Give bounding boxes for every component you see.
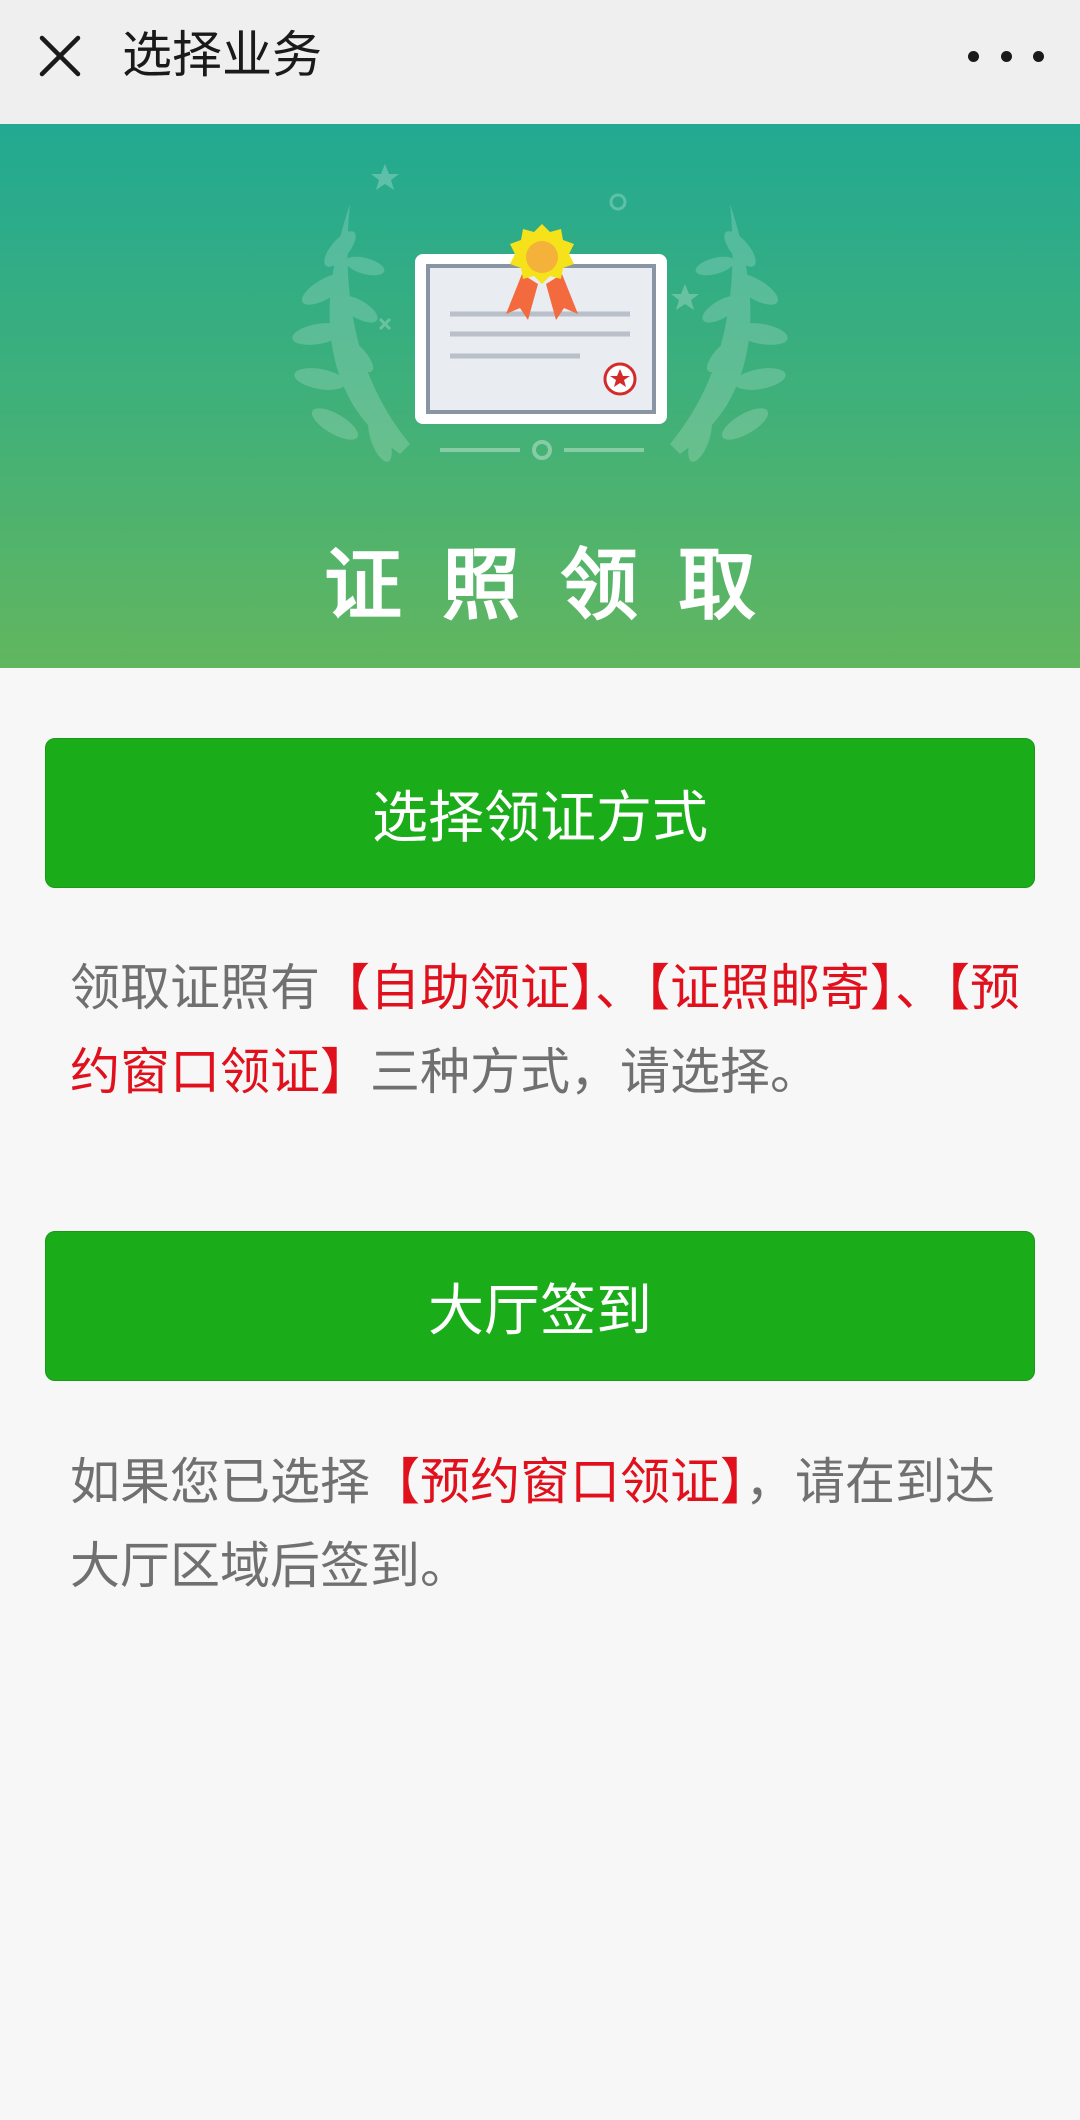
option-self-service: 【自助领证】 (320, 959, 595, 1017)
desc-text: 领取证照有 (70, 959, 320, 1017)
pickup-methods-description: 领取证照有【自助领证】、【证照邮寄】、【预约窗口领证】三种方式，请选择。 (70, 946, 1030, 1114)
separator: 、 (895, 959, 945, 1017)
desc-text: 三种方式，请选择。 (370, 1043, 820, 1101)
more-icon-dot (1000, 50, 1012, 62)
option-window-appointment: 【预约窗口领证】 (370, 1453, 745, 1511)
header-banner: 证照领取 (0, 124, 1080, 668)
more-icon (968, 50, 979, 62)
hall-checkin-button[interactable]: 大厅签到 (45, 1231, 1035, 1381)
more-menu-button[interactable] (968, 34, 1044, 78)
choose-pickup-method-button[interactable]: 选择领证方式 (45, 738, 1035, 888)
banner-title: 证照领取 (323, 541, 796, 631)
certificate-with-laurel-icon (292, 164, 788, 462)
page-title: 选择业务 (122, 26, 322, 84)
close-button[interactable] (30, 26, 90, 86)
more-icon-dot (1033, 50, 1044, 62)
separator: 、 (595, 959, 645, 1017)
top-navigation-bar: 选择业务 (0, 0, 1080, 124)
option-mail: 【证照邮寄】 (645, 959, 895, 1017)
desc-text: 如果您已选择 (70, 1453, 370, 1511)
close-icon (39, 35, 81, 77)
checkin-description: 如果您已选择【预约窗口领证】，请在到达大厅区域后签到。 (70, 1440, 1030, 1608)
